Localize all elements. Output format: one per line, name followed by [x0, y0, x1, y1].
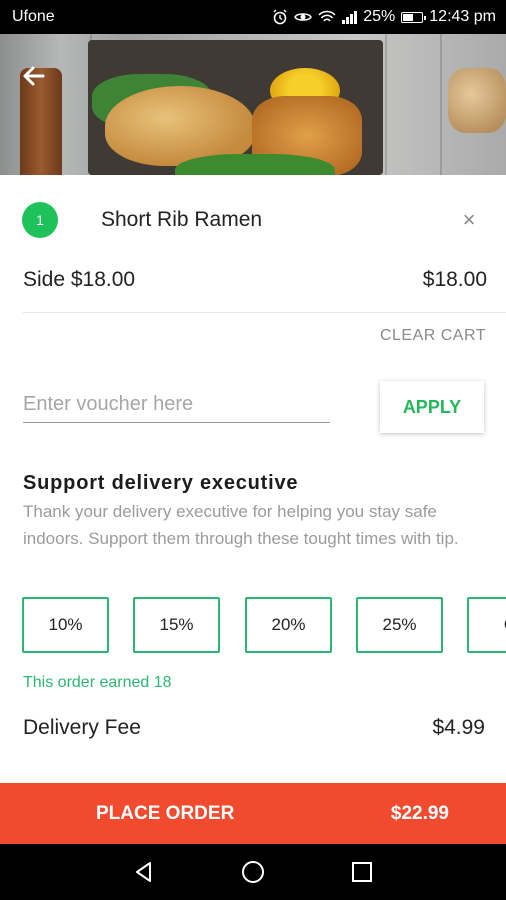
tip-option-15[interactable]: 15%: [133, 597, 220, 653]
carrier-name: Ufone: [12, 8, 55, 25]
side-label: Side $18.00: [23, 268, 136, 291]
close-icon: ×: [462, 207, 476, 232]
apply-voucher-button[interactable]: APPLY: [380, 381, 484, 433]
item-name: Short Rib Ramen: [101, 208, 263, 231]
system-nav-bar: [0, 844, 506, 900]
place-order-button[interactable]: PLACE ORDER $22.99: [0, 783, 506, 844]
clear-cart-button[interactable]: CLEAR CART: [380, 327, 486, 345]
signal-icon: [342, 10, 358, 24]
nav-home-button[interactable]: [233, 852, 273, 892]
nav-back-button[interactable]: [124, 852, 164, 892]
eye-icon: [294, 13, 313, 21]
tip-section-title: Support delivery executive: [23, 472, 299, 494]
status-bar: Ufone 25% 12:43 pm: [0, 0, 506, 34]
tip-option-20[interactable]: 20%: [245, 597, 332, 653]
clock: 12:43 pm: [429, 8, 496, 25]
divider: [23, 312, 506, 313]
food-hero-image: [0, 34, 506, 175]
quantity-badge: 1: [22, 202, 58, 238]
tip-options: 10% 15% 20% 25% O: [22, 597, 506, 653]
delivery-fee-label: Delivery Fee: [23, 716, 141, 739]
delivery-fee-row: Delivery Fee $4.99: [23, 716, 485, 740]
arrow-left-icon: [23, 66, 45, 86]
item-price: $18.00: [422, 268, 487, 291]
side-row: Side $18.00 $18.00: [23, 268, 487, 292]
wifi-icon: [318, 10, 336, 22]
square-recents-icon: [351, 862, 372, 882]
nav-recents-button[interactable]: [342, 852, 382, 892]
remove-item-button[interactable]: ×: [454, 207, 484, 233]
battery-percent: 25%: [363, 8, 396, 25]
cart-item-row: 1 Short Rib Ramen ×: [22, 200, 484, 240]
status-icons: 25% 12:43 pm: [272, 8, 496, 26]
order-total: $22.99: [390, 802, 449, 824]
place-order-label: PLACE ORDER: [96, 802, 235, 824]
battery-icon: [401, 11, 427, 23]
voucher-input[interactable]: [23, 387, 330, 423]
delivery-fee-value: $4.99: [432, 716, 485, 739]
alarm-icon: [273, 9, 287, 25]
back-button[interactable]: [16, 58, 52, 94]
tip-option-25[interactable]: 25%: [356, 597, 443, 653]
tip-option-other[interactable]: O: [467, 597, 506, 653]
earned-points-text: This order earned 18: [23, 674, 172, 691]
tip-option-10[interactable]: 10%: [22, 597, 109, 653]
circle-home-icon: [241, 861, 264, 883]
triangle-back-icon: [136, 862, 152, 882]
tip-description: Thank your delivery executive for helpin…: [23, 502, 459, 548]
